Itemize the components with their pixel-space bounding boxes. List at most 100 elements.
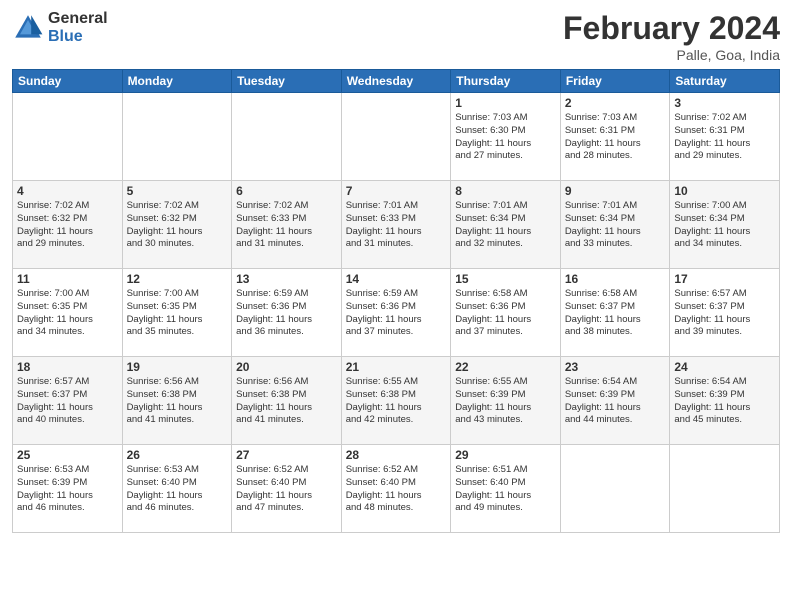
calendar-cell: 18 Sunrise: 6:57 AM Sunset: 6:37 PM Dayli…	[13, 357, 123, 445]
day-number: 7	[346, 184, 447, 198]
week-row-4: 18 Sunrise: 6:57 AM Sunset: 6:37 PM Dayli…	[13, 357, 780, 445]
calendar-cell: 10 Sunrise: 7:00 AM Sunset: 6:34 PM Dayli…	[670, 181, 780, 269]
day-number: 18	[17, 360, 118, 374]
calendar-cell	[560, 445, 670, 533]
day-info: Sunrise: 6:52 AM Sunset: 6:40 PM Dayligh…	[236, 464, 337, 515]
day-number: 19	[127, 360, 228, 374]
calendar-cell: 20 Sunrise: 6:56 AM Sunset: 6:38 PM Dayli…	[232, 357, 342, 445]
day-number: 29	[455, 448, 556, 462]
logo: General Blue	[12, 10, 108, 45]
day-info: Sunrise: 7:02 AM Sunset: 6:33 PM Dayligh…	[236, 200, 337, 251]
day-info: Sunrise: 6:55 AM Sunset: 6:38 PM Dayligh…	[346, 376, 447, 427]
calendar-cell: 14 Sunrise: 6:59 AM Sunset: 6:36 PM Dayli…	[341, 269, 451, 357]
day-number: 3	[674, 96, 775, 110]
logo-icon	[12, 12, 44, 44]
day-info: Sunrise: 6:57 AM Sunset: 6:37 PM Dayligh…	[674, 288, 775, 339]
col-header-saturday: Saturday	[670, 70, 780, 93]
day-number: 28	[346, 448, 447, 462]
day-number: 8	[455, 184, 556, 198]
calendar-cell: 23 Sunrise: 6:54 AM Sunset: 6:39 PM Dayli…	[560, 357, 670, 445]
calendar: SundayMondayTuesdayWednesdayThursdayFrid…	[12, 69, 780, 533]
day-number: 22	[455, 360, 556, 374]
calendar-cell	[232, 93, 342, 181]
col-header-monday: Monday	[122, 70, 232, 93]
col-header-friday: Friday	[560, 70, 670, 93]
calendar-cell: 29 Sunrise: 6:51 AM Sunset: 6:40 PM Dayli…	[451, 445, 561, 533]
page: General Blue February 2024 Palle, Goa, I…	[0, 0, 792, 612]
calendar-cell: 15Sunrise: 6:58 AM Sunset: 6:36 PM Dayli…	[451, 269, 561, 357]
day-number: 23	[565, 360, 666, 374]
day-info: Sunrise: 7:03 AM Sunset: 6:31 PM Dayligh…	[565, 112, 666, 163]
calendar-cell: 24Sunrise: 6:54 AM Sunset: 6:39 PM Dayli…	[670, 357, 780, 445]
day-number: 11	[17, 272, 118, 286]
day-info: Sunrise: 7:02 AM Sunset: 6:32 PM Dayligh…	[127, 200, 228, 251]
calendar-cell: 26Sunrise: 6:53 AM Sunset: 6:40 PM Dayli…	[122, 445, 232, 533]
week-row-1: 1Sunrise: 7:03 AM Sunset: 6:30 PM Daylig…	[13, 93, 780, 181]
day-info: Sunrise: 7:02 AM Sunset: 6:32 PM Dayligh…	[17, 200, 118, 251]
day-info: Sunrise: 6:59 AM Sunset: 6:36 PM Dayligh…	[236, 288, 337, 339]
day-number: 12	[127, 272, 228, 286]
day-info: Sunrise: 6:57 AM Sunset: 6:37 PM Dayligh…	[17, 376, 118, 427]
calendar-cell: 9 Sunrise: 7:01 AM Sunset: 6:34 PM Daylig…	[560, 181, 670, 269]
day-info: Sunrise: 6:56 AM Sunset: 6:38 PM Dayligh…	[127, 376, 228, 427]
day-info: Sunrise: 6:52 AM Sunset: 6:40 PM Dayligh…	[346, 464, 447, 515]
day-info: Sunrise: 6:56 AM Sunset: 6:38 PM Dayligh…	[236, 376, 337, 427]
day-info: Sunrise: 6:53 AM Sunset: 6:40 PM Dayligh…	[127, 464, 228, 515]
week-row-5: 25Sunrise: 6:53 AM Sunset: 6:39 PM Dayli…	[13, 445, 780, 533]
day-info: Sunrise: 7:00 AM Sunset: 6:35 PM Dayligh…	[17, 288, 118, 339]
day-info: Sunrise: 7:01 AM Sunset: 6:33 PM Dayligh…	[346, 200, 447, 251]
calendar-cell: 1Sunrise: 7:03 AM Sunset: 6:30 PM Daylig…	[451, 93, 561, 181]
month-title: February 2024	[563, 10, 780, 47]
calendar-cell: 5 Sunrise: 7:02 AM Sunset: 6:32 PM Daylig…	[122, 181, 232, 269]
day-number: 21	[346, 360, 447, 374]
day-info: Sunrise: 6:59 AM Sunset: 6:36 PM Dayligh…	[346, 288, 447, 339]
day-number: 25	[17, 448, 118, 462]
calendar-cell: 8Sunrise: 7:01 AM Sunset: 6:34 PM Daylig…	[451, 181, 561, 269]
calendar-cell: 7 Sunrise: 7:01 AM Sunset: 6:33 PM Daylig…	[341, 181, 451, 269]
calendar-cell: 22 Sunrise: 6:55 AM Sunset: 6:39 PM Dayli…	[451, 357, 561, 445]
logo-general-text: General	[48, 10, 108, 28]
day-info: Sunrise: 6:58 AM Sunset: 6:36 PM Dayligh…	[455, 288, 556, 339]
day-info: Sunrise: 6:54 AM Sunset: 6:39 PM Dayligh…	[674, 376, 775, 427]
calendar-cell: 17 Sunrise: 6:57 AM Sunset: 6:37 PM Dayli…	[670, 269, 780, 357]
day-number: 9	[565, 184, 666, 198]
day-info: Sunrise: 6:55 AM Sunset: 6:39 PM Dayligh…	[455, 376, 556, 427]
calendar-cell: 21 Sunrise: 6:55 AM Sunset: 6:38 PM Dayli…	[341, 357, 451, 445]
day-number: 13	[236, 272, 337, 286]
day-number: 14	[346, 272, 447, 286]
day-number: 10	[674, 184, 775, 198]
week-row-3: 11 Sunrise: 7:00 AM Sunset: 6:35 PM Dayli…	[13, 269, 780, 357]
calendar-cell: 6 Sunrise: 7:02 AM Sunset: 6:33 PM Daylig…	[232, 181, 342, 269]
day-info: Sunrise: 7:03 AM Sunset: 6:30 PM Dayligh…	[455, 112, 556, 163]
day-number: 5	[127, 184, 228, 198]
col-header-tuesday: Tuesday	[232, 70, 342, 93]
calendar-cell: 2 Sunrise: 7:03 AM Sunset: 6:31 PM Daylig…	[560, 93, 670, 181]
day-info: Sunrise: 7:00 AM Sunset: 6:35 PM Dayligh…	[127, 288, 228, 339]
day-number: 6	[236, 184, 337, 198]
calendar-cell: 3 Sunrise: 7:02 AM Sunset: 6:31 PM Daylig…	[670, 93, 780, 181]
calendar-cell	[670, 445, 780, 533]
col-header-sunday: Sunday	[13, 70, 123, 93]
week-row-2: 4Sunrise: 7:02 AM Sunset: 6:32 PM Daylig…	[13, 181, 780, 269]
calendar-cell: 13 Sunrise: 6:59 AM Sunset: 6:36 PM Dayli…	[232, 269, 342, 357]
day-number: 20	[236, 360, 337, 374]
day-number: 2	[565, 96, 666, 110]
title-block: February 2024 Palle, Goa, India	[563, 10, 780, 63]
day-number: 17	[674, 272, 775, 286]
calendar-cell: 11 Sunrise: 7:00 AM Sunset: 6:35 PM Dayli…	[13, 269, 123, 357]
location: Palle, Goa, India	[563, 47, 780, 63]
day-info: Sunrise: 6:51 AM Sunset: 6:40 PM Dayligh…	[455, 464, 556, 515]
day-info: Sunrise: 7:01 AM Sunset: 6:34 PM Dayligh…	[565, 200, 666, 251]
day-info: Sunrise: 7:02 AM Sunset: 6:31 PM Dayligh…	[674, 112, 775, 163]
col-header-thursday: Thursday	[451, 70, 561, 93]
calendar-header-row: SundayMondayTuesdayWednesdayThursdayFrid…	[13, 70, 780, 93]
calendar-cell: 12 Sunrise: 7:00 AM Sunset: 6:35 PM Dayli…	[122, 269, 232, 357]
day-info: Sunrise: 6:54 AM Sunset: 6:39 PM Dayligh…	[565, 376, 666, 427]
calendar-cell: 4Sunrise: 7:02 AM Sunset: 6:32 PM Daylig…	[13, 181, 123, 269]
calendar-cell: 27Sunrise: 6:52 AM Sunset: 6:40 PM Dayli…	[232, 445, 342, 533]
day-number: 16	[565, 272, 666, 286]
calendar-cell	[13, 93, 123, 181]
day-info: Sunrise: 6:58 AM Sunset: 6:37 PM Dayligh…	[565, 288, 666, 339]
header: General Blue February 2024 Palle, Goa, I…	[12, 10, 780, 63]
day-info: Sunrise: 7:00 AM Sunset: 6:34 PM Dayligh…	[674, 200, 775, 251]
